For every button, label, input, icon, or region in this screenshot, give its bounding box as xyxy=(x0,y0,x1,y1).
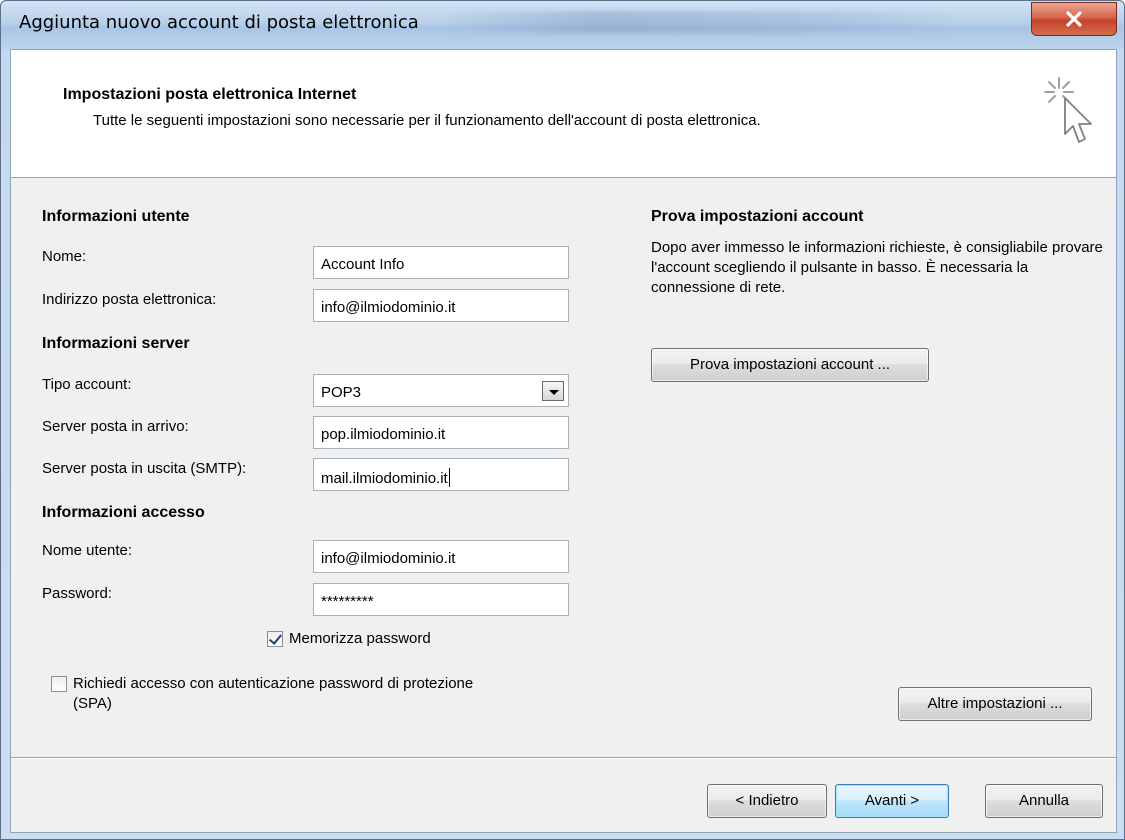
outgoing-server-label: Server posta in uscita (SMTP): xyxy=(42,460,247,477)
name-label: Nome: xyxy=(42,248,87,265)
remember-password-checkbox[interactable] xyxy=(267,631,283,647)
test-account-settings-button[interactable]: Prova impostazioni account ... xyxy=(651,348,929,382)
spa-checkbox[interactable] xyxy=(51,676,67,692)
next-button[interactable]: Avanti > xyxy=(835,784,949,818)
user-info-heading: Informazioni utente xyxy=(42,208,190,225)
account-type-label: Tipo account: xyxy=(42,376,132,393)
cursor-sparkle-icon xyxy=(1044,77,1092,143)
test-settings-heading: Prova impostazioni account xyxy=(651,208,864,225)
header-title: Impostazioni posta elettronica Internet xyxy=(63,86,357,103)
dialog-window: Aggiunta nuovo account di posta elettron… xyxy=(0,0,1125,840)
server-info-heading: Informazioni server xyxy=(42,335,190,352)
dialog-content: Impostazioni posta elettronica Internet … xyxy=(10,49,1117,833)
title-bar[interactable]: Aggiunta nuovo account di posta elettron… xyxy=(1,1,1124,49)
incoming-server-label: Server posta in arrivo: xyxy=(42,418,189,435)
outgoing-server-value: mail.ilmiodominio.it xyxy=(321,470,448,487)
name-input[interactable]: Account Info xyxy=(313,246,569,279)
password-input[interactable]: ********* xyxy=(313,583,569,616)
title-bar-glass xyxy=(441,11,961,33)
back-button[interactable]: < Indietro xyxy=(707,784,827,818)
password-label: Password: xyxy=(42,585,113,602)
spa-label-line2[interactable]: (SPA) xyxy=(73,695,112,712)
close-icon xyxy=(1066,11,1082,27)
window-title: Aggiunta nuovo account di posta elettron… xyxy=(19,12,419,33)
dropdown-arrow-icon[interactable] xyxy=(542,381,564,401)
username-input[interactable]: info@ilmiodominio.it xyxy=(313,540,569,573)
remember-password-label[interactable]: Memorizza password xyxy=(289,630,431,647)
close-button[interactable] xyxy=(1031,2,1117,36)
header-subtitle: Tutte le seguenti impostazioni sono nece… xyxy=(93,112,761,129)
incoming-server-input[interactable]: pop.ilmiodominio.it xyxy=(313,416,569,449)
email-label: Indirizzo posta elettronica: xyxy=(42,291,217,308)
footer-divider-highlight xyxy=(11,758,1116,759)
spa-label-line1[interactable]: Richiedi accesso con autenticazione pass… xyxy=(73,675,473,692)
cancel-button[interactable]: Annulla xyxy=(985,784,1103,818)
more-settings-button[interactable]: Altre impostazioni ... xyxy=(898,687,1092,721)
account-type-select[interactable]: POP3 xyxy=(313,374,569,407)
test-settings-description: Dopo aver immesso le informazioni richie… xyxy=(651,239,1103,296)
account-type-value: POP3 xyxy=(321,384,362,401)
username-label: Nome utente: xyxy=(42,542,133,559)
access-info-heading: Informazioni accesso xyxy=(42,504,205,521)
email-input[interactable]: info@ilmiodominio.it xyxy=(313,289,569,322)
text-caret xyxy=(448,468,450,487)
outgoing-server-input[interactable]: mail.ilmiodominio.it xyxy=(313,458,569,491)
wizard-header: Impostazioni posta elettronica Internet … xyxy=(11,50,1116,178)
